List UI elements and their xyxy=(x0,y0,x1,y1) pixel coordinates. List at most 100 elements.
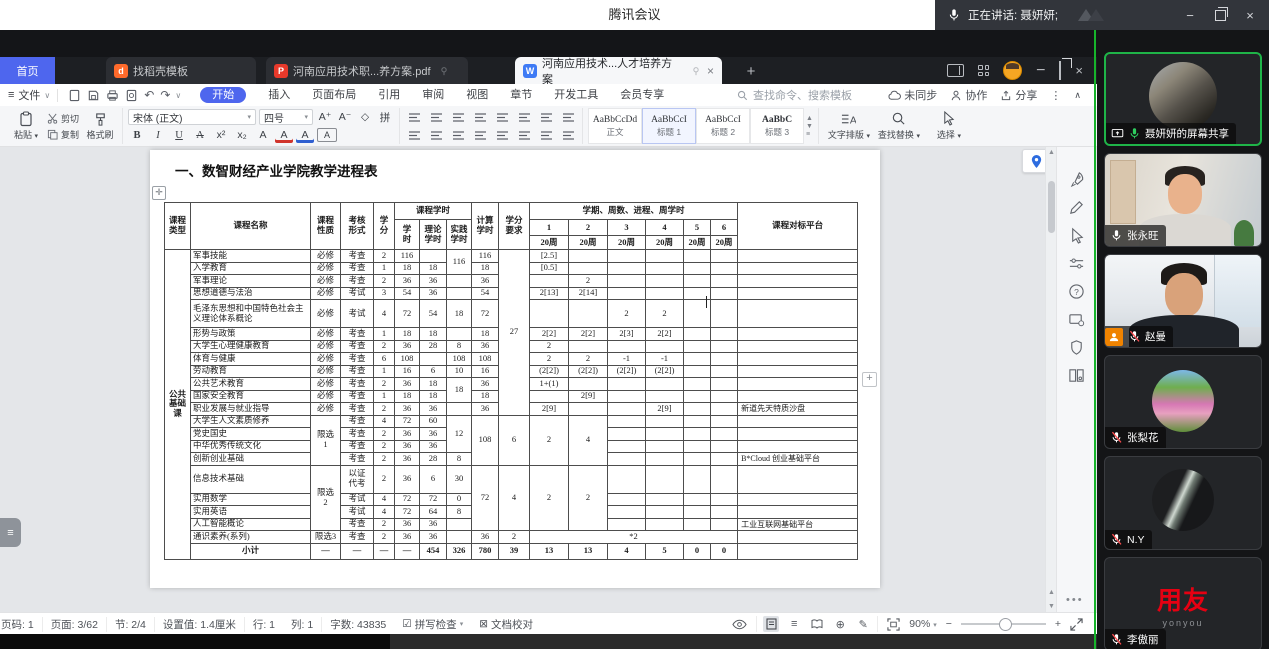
sidebar-more-icon[interactable]: ••• xyxy=(1066,594,1084,606)
table-cell[interactable]: 形势与政策 xyxy=(191,328,311,341)
table-cell[interactable] xyxy=(711,428,738,441)
wps-restore-button[interactable] xyxy=(1059,62,1061,80)
meeting-toolbar-handle[interactable]: ≡ xyxy=(0,518,21,547)
table-cell[interactable]: 2 xyxy=(569,465,608,531)
table-cell[interactable] xyxy=(420,250,447,263)
table-cell[interactable] xyxy=(684,390,711,403)
table-cell[interactable]: 2[9] xyxy=(646,403,684,416)
new-doc-icon[interactable] xyxy=(68,89,81,102)
table-cell[interactable]: 创新创业基础 xyxy=(191,453,311,466)
table-cell[interactable]: 780 xyxy=(472,543,499,559)
table-cell[interactable]: 考查 xyxy=(341,440,374,453)
new-tab-button[interactable]: + xyxy=(740,60,762,82)
table-cell[interactable] xyxy=(447,275,472,288)
table-header-cell[interactable]: 3 xyxy=(608,220,646,236)
tab-document-active[interactable]: W 河南应用技术...人才培养方案 × xyxy=(515,57,722,84)
table-cell[interactable]: 2 xyxy=(608,300,646,328)
table-cell[interactable] xyxy=(684,262,711,275)
table-cell[interactable] xyxy=(646,287,684,300)
table-cell[interactable]: 36 xyxy=(420,440,447,453)
font-name-select[interactable]: 宋体 (正文)▾ xyxy=(128,109,256,125)
table-cell[interactable] xyxy=(738,428,858,441)
table-cell[interactable]: 必修 xyxy=(311,262,341,275)
pin-icon[interactable] xyxy=(439,66,449,76)
table-cell[interactable] xyxy=(738,275,858,288)
table-header-cell[interactable]: 考核 形式 xyxy=(341,203,374,250)
table-cell[interactable]: — xyxy=(374,543,395,559)
table-cell[interactable] xyxy=(569,340,608,353)
tab-home[interactable]: 首页 xyxy=(0,57,55,84)
table-cell[interactable]: 考试 xyxy=(341,493,374,506)
table-header-cell[interactable]: 计算 学时 xyxy=(472,203,499,250)
table-cell[interactable]: 2 xyxy=(530,415,569,465)
table-cell[interactable] xyxy=(447,531,472,544)
table-cell[interactable] xyxy=(608,493,646,506)
table-cell[interactable]: 4 xyxy=(374,493,395,506)
table-cell[interactable] xyxy=(684,403,711,416)
table-cell[interactable] xyxy=(738,353,858,366)
eye-protect-icon[interactable] xyxy=(732,619,747,630)
table-cell[interactable]: 36 xyxy=(395,403,420,416)
number-list-icon[interactable] xyxy=(427,109,445,125)
table-cell[interactable]: 4 xyxy=(608,543,646,559)
table-cell[interactable]: 考查 xyxy=(341,275,374,288)
table-cell[interactable] xyxy=(711,390,738,403)
read-mode-icon[interactable] xyxy=(809,616,825,632)
table-cell[interactable]: 12 xyxy=(447,415,472,453)
table-cell[interactable]: 2[9] xyxy=(569,390,608,403)
table-cell[interactable] xyxy=(684,415,711,428)
spell-check-toggle[interactable]: ☑ 拼写检查 ▾ xyxy=(394,617,471,632)
table-header-cell[interactable]: 20周 xyxy=(608,236,646,250)
wps-close-button[interactable]: × xyxy=(1075,63,1083,78)
table-cell[interactable] xyxy=(646,275,684,288)
table-cell[interactable] xyxy=(530,390,569,403)
participant-tile[interactable]: 张永旺 xyxy=(1104,153,1262,247)
participant-tile[interactable]: N.Y xyxy=(1104,456,1262,550)
outline-view-icon[interactable]: ≡ xyxy=(786,616,802,632)
table-cell[interactable]: 18 xyxy=(472,390,499,403)
table-cell[interactable] xyxy=(684,453,711,466)
table-cell[interactable] xyxy=(684,365,711,378)
participant-tile[interactable]: 张梨花 xyxy=(1104,355,1262,449)
table-cell[interactable]: 2 xyxy=(530,465,569,531)
table-cell[interactable]: 13 xyxy=(530,543,569,559)
table-header-cell[interactable]: 学 分 xyxy=(374,203,395,250)
table-cell[interactable]: 以证 代考 xyxy=(341,465,374,493)
table-cell[interactable]: 考试 xyxy=(341,506,374,519)
redo-icon[interactable]: ↷ xyxy=(160,88,170,102)
table-cell[interactable]: 工业互联网基础平台 xyxy=(738,518,858,531)
table-cell[interactable]: — xyxy=(341,543,374,559)
table-cell[interactable] xyxy=(420,353,447,366)
caret-down-icon[interactable]: ∨ xyxy=(175,91,181,100)
table-cell[interactable] xyxy=(711,340,738,353)
sort-icon[interactable] xyxy=(515,109,533,125)
table-cell[interactable]: 2[2] xyxy=(530,328,569,341)
style-heading3[interactable]: AaBbC 标题 3 xyxy=(750,108,804,144)
table-cell[interactable]: 18 xyxy=(395,262,420,275)
table-cell[interactable]: 限选3 xyxy=(311,531,341,544)
table-cell[interactable]: 36 xyxy=(395,428,420,441)
table-cell[interactable]: 考查 xyxy=(341,453,374,466)
table-cell[interactable]: 18 xyxy=(395,328,420,341)
superscript-button[interactable]: x² xyxy=(212,127,230,143)
wrap-text-icon[interactable] xyxy=(537,109,555,125)
table-cell[interactable] xyxy=(711,328,738,341)
table-cell[interactable]: (2[2]) xyxy=(530,365,569,378)
table-cell[interactable]: 2 xyxy=(646,300,684,328)
table-cell[interactable]: 限选 2 xyxy=(311,465,341,531)
table-cell[interactable] xyxy=(711,518,738,531)
table-cell[interactable] xyxy=(684,353,711,366)
table-cell[interactable]: 4 xyxy=(374,506,395,519)
table-cell[interactable]: 4 xyxy=(569,415,608,465)
table-cell[interactable] xyxy=(608,340,646,353)
table-cell[interactable] xyxy=(738,262,858,275)
table-cell[interactable] xyxy=(684,465,711,493)
table-cell[interactable] xyxy=(608,287,646,300)
table-header-cell[interactable]: 课程对标平台 xyxy=(738,203,858,250)
minimize-button[interactable]: − xyxy=(1175,0,1205,30)
table-cell[interactable]: 28 xyxy=(420,453,447,466)
zoom-in-button[interactable]: + xyxy=(1055,618,1061,630)
table-cell[interactable]: 108 xyxy=(447,353,472,366)
badge-icon[interactable] xyxy=(1068,339,1085,356)
fit-page-icon[interactable] xyxy=(887,618,900,631)
